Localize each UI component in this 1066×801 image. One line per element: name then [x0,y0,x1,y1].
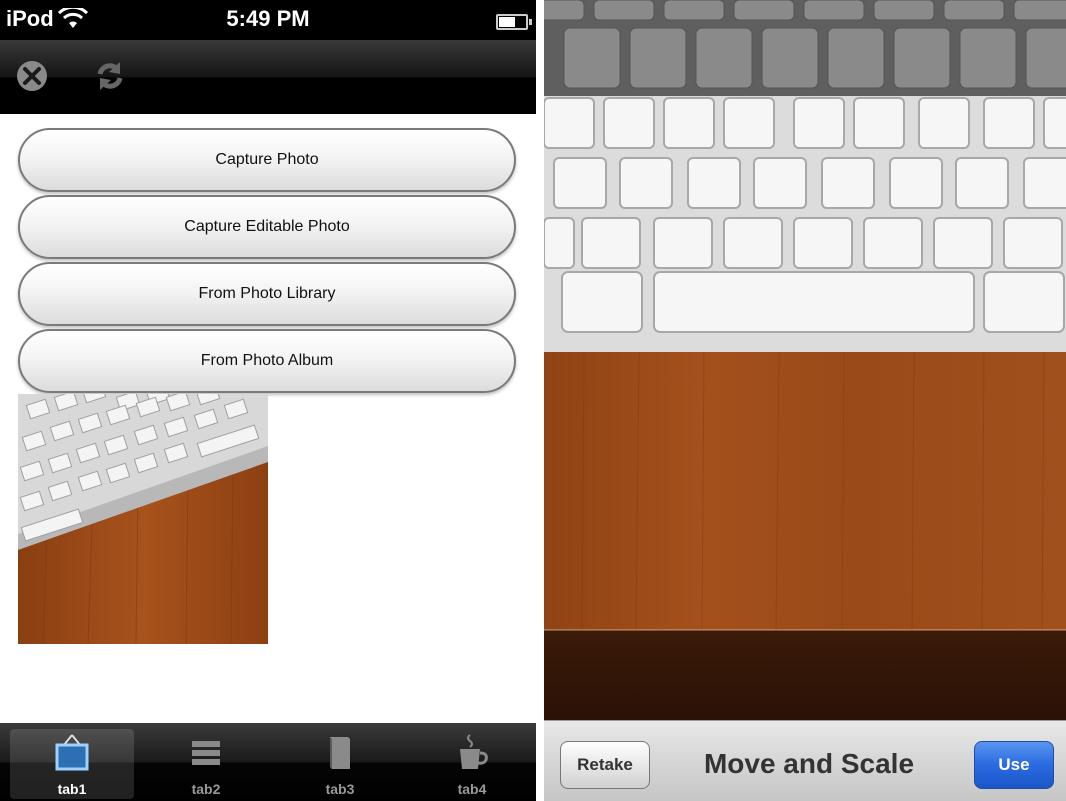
capture-photo-button[interactable]: Capture Photo [18,128,516,192]
capture-editable-photo-button[interactable]: Capture Editable Photo [18,195,516,259]
tab-4[interactable]: tab4 [410,729,534,799]
crop-toolbar: Retake Move and Scale Use [544,720,1066,801]
picture-frame-icon [55,734,89,771]
left-phone-screen: iPod 5:49 PM Capture Photo Capture Edita… [0,0,536,801]
from-photo-album-button[interactable]: From Photo Album [18,329,516,393]
tab-2[interactable]: tab2 [144,729,268,799]
camera-photo-preview[interactable] [544,0,1066,720]
use-button[interactable]: Use [974,741,1054,789]
top-toolbar [0,40,536,114]
crop-title: Move and Scale [703,748,915,779]
tab-1[interactable]: tab1 [10,729,134,799]
tab-2-label: tab2 [191,781,221,797]
tab-3-label: tab3 [325,781,355,797]
right-phone-screen: Retake Move and Scale Use [544,0,1066,801]
status-time: 5:49 PM [226,6,310,31]
tab-bar: tab1 tab2 tab3 tab4 [0,723,536,801]
tab-4-label: tab4 [457,781,487,797]
list-icon [192,741,220,765]
photo-thumbnail [18,394,268,644]
coffee-cup-icon [460,734,488,769]
status-bar: iPod 5:49 PM [0,0,536,40]
book-icon [330,737,350,769]
battery-icon [496,14,532,30]
refresh-icon[interactable] [92,58,128,94]
from-photo-library-button[interactable]: From Photo Library [18,262,516,326]
tab-1-label: tab1 [57,781,87,797]
retake-button[interactable]: Retake [560,741,650,789]
tab-3[interactable]: tab3 [278,729,402,799]
close-icon[interactable] [14,58,50,94]
